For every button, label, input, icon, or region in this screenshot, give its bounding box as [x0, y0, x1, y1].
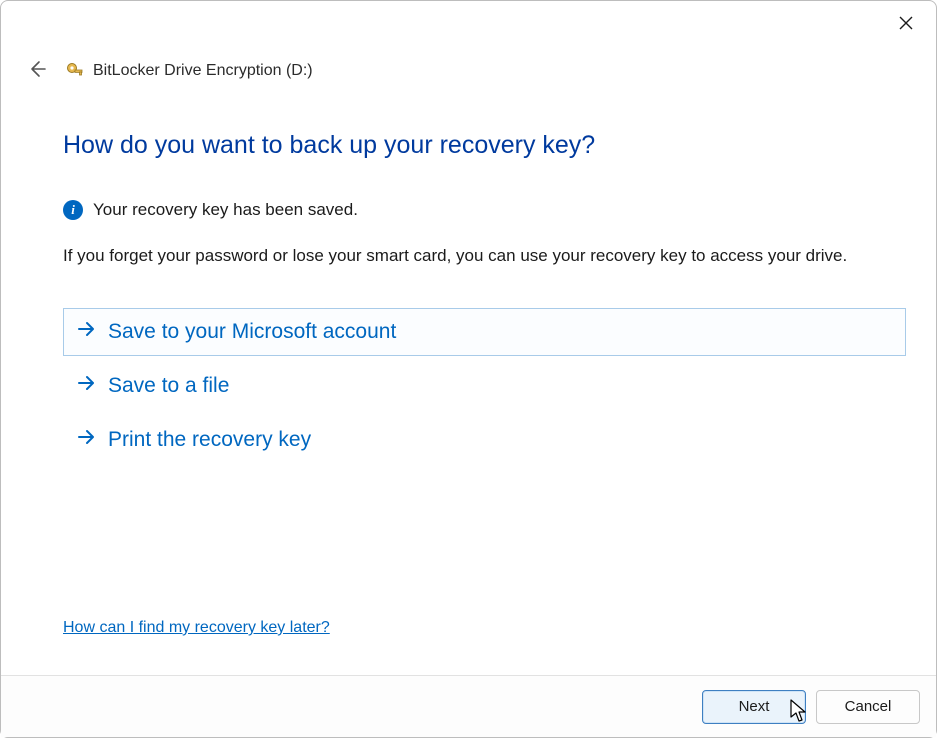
- cancel-button[interactable]: Cancel: [816, 690, 920, 724]
- info-line: i Your recovery key has been saved.: [63, 200, 906, 220]
- help-link[interactable]: How can I find my recovery key later?: [63, 619, 330, 637]
- footer: Next Cancel: [1, 675, 936, 737]
- content-area: How do you want to back up your recovery…: [63, 131, 906, 470]
- options-list: Save to your Microsoft account Save to a…: [63, 308, 906, 470]
- option-save-microsoft-account[interactable]: Save to your Microsoft account: [63, 308, 906, 356]
- arrow-right-icon: [76, 319, 96, 345]
- option-label: Save to your Microsoft account: [108, 320, 396, 344]
- next-button[interactable]: Next: [702, 690, 806, 724]
- explain-text: If you forget your password or lose your…: [63, 244, 906, 268]
- arrow-right-icon: [76, 373, 96, 399]
- option-label: Print the recovery key: [108, 428, 311, 452]
- bitlocker-key-icon: [65, 61, 85, 81]
- info-icon: i: [63, 200, 83, 220]
- dialog-window: BitLocker Drive Encryption (D:) How do y…: [0, 0, 937, 738]
- info-text: Your recovery key has been saved.: [93, 200, 358, 220]
- option-save-file[interactable]: Save to a file: [63, 362, 906, 410]
- option-print-key[interactable]: Print the recovery key: [63, 416, 906, 464]
- back-button[interactable]: [23, 57, 51, 85]
- arrow-right-icon: [76, 427, 96, 453]
- page-heading: How do you want to back up your recovery…: [63, 131, 906, 160]
- next-button-label: Next: [739, 698, 770, 715]
- close-icon: [898, 15, 914, 36]
- window-title: BitLocker Drive Encryption (D:): [93, 62, 313, 80]
- title-row: BitLocker Drive Encryption (D:): [65, 61, 313, 81]
- back-arrow-icon: [27, 59, 47, 84]
- header: BitLocker Drive Encryption (D:): [23, 57, 313, 85]
- option-label: Save to a file: [108, 374, 229, 398]
- cancel-button-label: Cancel: [845, 698, 892, 715]
- close-button[interactable]: [890, 9, 922, 41]
